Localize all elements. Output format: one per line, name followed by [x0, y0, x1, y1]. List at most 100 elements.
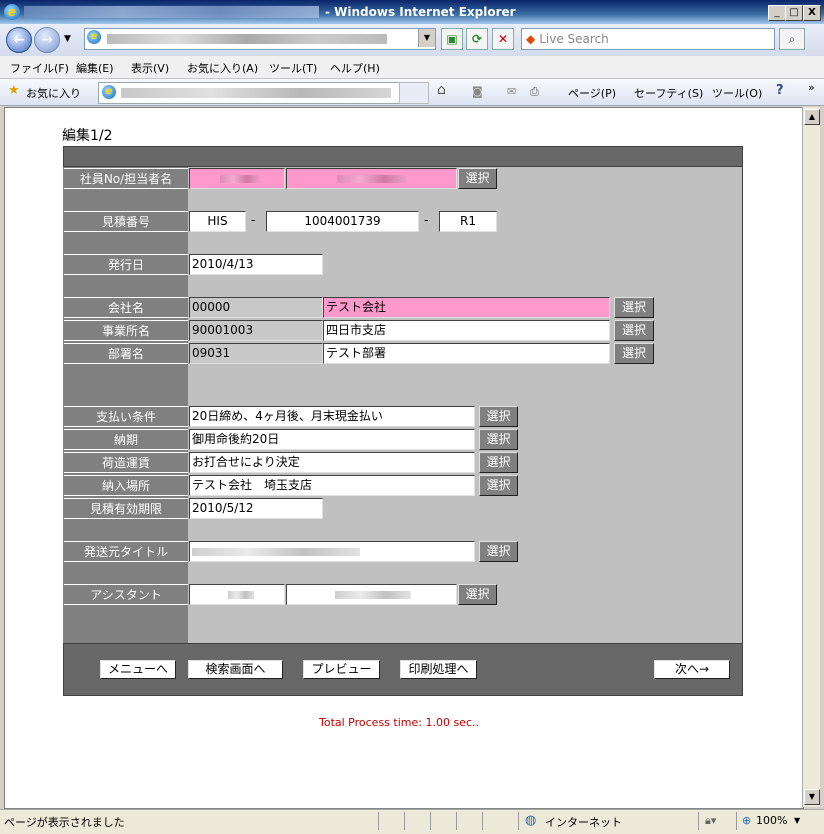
compatibility-icon[interactable]: ▣	[441, 28, 463, 50]
globe-icon: ◍	[525, 813, 537, 828]
forward-arrow-icon[interactable]: →	[34, 27, 60, 53]
home-icon[interactable]: ⌂	[437, 82, 446, 98]
print-process-button[interactable]: 印刷処理へ	[400, 660, 477, 679]
navigation-bar: ← → ▼ e ▼ ▣ ⟳ ✕ ◆ Live Search ⌕	[0, 24, 824, 56]
favorites-button[interactable]: お気に入り	[26, 85, 81, 101]
quote-no-rev-field[interactable]: R1	[439, 211, 497, 232]
search-input[interactable]: ◆ Live Search	[521, 28, 775, 50]
menu-favorites[interactable]: お気に入り(A)	[187, 60, 258, 76]
more-chevron-icon[interactable]: »	[808, 81, 815, 94]
quote-no-prefix-field[interactable]: HIS	[189, 211, 246, 232]
company-code-field: 00000	[189, 297, 323, 318]
next-button[interactable]: 次へ→	[654, 660, 730, 679]
company-label: 会社名	[64, 297, 188, 318]
menu-button[interactable]: メニューへ	[100, 660, 176, 679]
vertical-scrollbar[interactable]: ▲ ▼	[802, 107, 820, 807]
tab-title-redacted	[121, 88, 391, 98]
dept-select-button[interactable]: 選択	[614, 343, 654, 364]
refresh-icon[interactable]: ⟳	[466, 28, 488, 50]
ie-logo-icon: e	[4, 4, 20, 20]
status-text: ページが表示されました	[4, 816, 125, 829]
zoom-level[interactable]: 100%	[756, 814, 787, 827]
dept-label: 部署名	[64, 343, 188, 364]
mail-icon[interactable]: ✉	[507, 85, 516, 98]
dept-name-field[interactable]: テスト部署	[323, 343, 610, 364]
assistant-name-field[interactable]	[286, 584, 457, 605]
menu-edit[interactable]: 編集(E)	[76, 60, 114, 76]
address-dropdown-icon[interactable]: ▼	[418, 29, 435, 47]
shipping-label: 荷造運賃	[64, 452, 188, 473]
assistant-select-button[interactable]: 選択	[458, 584, 497, 605]
menu-view[interactable]: 表示(V)	[131, 60, 169, 76]
menu-help[interactable]: ヘルプ(H)	[330, 60, 380, 76]
quote-no-dash: -	[251, 213, 256, 227]
zoom-dropdown-icon[interactable]: ▼	[794, 816, 800, 825]
page-title: 編集1/2	[62, 128, 113, 144]
sender-title-select-button[interactable]: 選択	[479, 541, 518, 562]
address-bar[interactable]: e ▼	[84, 28, 436, 50]
quote-no-dash: -	[424, 213, 429, 227]
print-icon[interactable]: ⎙	[530, 85, 539, 99]
history-dropdown-icon[interactable]: ▼	[64, 34, 71, 44]
menu-file[interactable]: ファイル(F)	[10, 60, 69, 76]
dept-code-field: 09031	[189, 343, 323, 364]
shipping-select-button[interactable]: 選択	[479, 452, 518, 473]
close-button[interactable]: X	[803, 5, 821, 21]
place-select-button[interactable]: 選択	[479, 475, 518, 496]
quote-no-label: 見積番号	[64, 211, 188, 232]
office-label: 事業所名	[64, 320, 188, 341]
zoom-icon[interactable]: ⊕	[742, 814, 751, 827]
employee-name-field[interactable]	[286, 168, 457, 189]
maximize-button[interactable]: □	[785, 5, 803, 21]
safety-menu[interactable]: セーフティ(S)	[634, 85, 703, 101]
company-name-field[interactable]: テスト会社	[323, 297, 610, 318]
page-menu[interactable]: ページ(P)	[568, 85, 616, 101]
employee-no-field[interactable]	[189, 168, 285, 189]
scroll-down-icon[interactable]: ▼	[804, 789, 820, 805]
protected-mode-icon[interactable]: 🔒︎▾	[705, 814, 716, 828]
window-title: - Windows Internet Explorer	[325, 5, 516, 19]
status-bar: ページが表示されました ◍ インターネット 🔒︎▾ ⊕ 100% ▼	[0, 809, 824, 834]
employee-label: 社員No/担当者名	[64, 168, 188, 189]
search-magnifier-icon[interactable]: ⌕	[779, 28, 805, 50]
delivery-select-button[interactable]: 選択	[479, 429, 518, 450]
menu-bar: ファイル(F) 編集(E) 表示(V) お気に入り(A) ツール(T) ヘルプ(…	[0, 56, 824, 79]
favorites-bar: ★ お気に入り e ⌂ ◙ ✉ ⎙ ページ(P) セーフティ(S) ツール(O)…	[0, 79, 824, 106]
new-tab-button[interactable]	[399, 82, 429, 104]
search-screen-button[interactable]: 検索画面へ	[188, 660, 283, 679]
stop-icon[interactable]: ✕	[492, 28, 514, 50]
favorites-star-icon: ★	[8, 83, 20, 98]
sender-title-label: 発送元タイトル	[64, 541, 188, 562]
preview-button[interactable]: プレビュー	[303, 660, 380, 679]
window-title-redacted	[24, 6, 319, 18]
page-icon: e	[87, 30, 101, 44]
zone-text: インターネット	[545, 816, 622, 829]
payment-select-button[interactable]: 選択	[479, 406, 518, 427]
scroll-up-icon[interactable]: ▲	[804, 109, 820, 125]
payment-field[interactable]: 20日締め、4ヶ月後、月末現金払い	[189, 406, 475, 427]
feeds-icon[interactable]: ◙	[472, 85, 483, 98]
sender-title-field[interactable]	[189, 541, 475, 562]
assistant-no-field[interactable]	[189, 584, 285, 605]
live-search-logo-icon: ◆	[526, 32, 536, 46]
tools-menu[interactable]: ツール(O)	[712, 85, 762, 101]
issue-date-field[interactable]: 2010/4/13	[189, 254, 323, 275]
menu-tools[interactable]: ツール(T)	[269, 60, 317, 76]
validity-field[interactable]: 2010/5/12	[189, 498, 323, 519]
quote-no-number-field[interactable]: 1004001739	[266, 211, 419, 232]
company-select-button[interactable]: 選択	[614, 297, 654, 318]
minimize-button[interactable]: _	[768, 5, 786, 21]
place-field[interactable]: テスト会社 埼玉支店	[189, 475, 475, 496]
address-redacted	[107, 34, 387, 44]
back-arrow-icon[interactable]: ←	[6, 27, 32, 53]
delivery-field[interactable]: 御用命後約20日	[189, 429, 475, 450]
office-select-button[interactable]: 選択	[614, 320, 654, 341]
help-icon[interactable]: ?	[776, 83, 784, 98]
form-header	[63, 146, 743, 167]
shipping-field[interactable]: お打合せにより決定	[189, 452, 475, 473]
delivery-label: 納期	[64, 429, 188, 450]
office-name-field[interactable]: 四日市支店	[323, 320, 610, 341]
window-title-bar: e - Windows Internet Explorer _ □ X	[0, 0, 824, 24]
browser-tab[interactable]: e	[98, 82, 400, 104]
employee-select-button[interactable]: 選択	[458, 168, 497, 189]
